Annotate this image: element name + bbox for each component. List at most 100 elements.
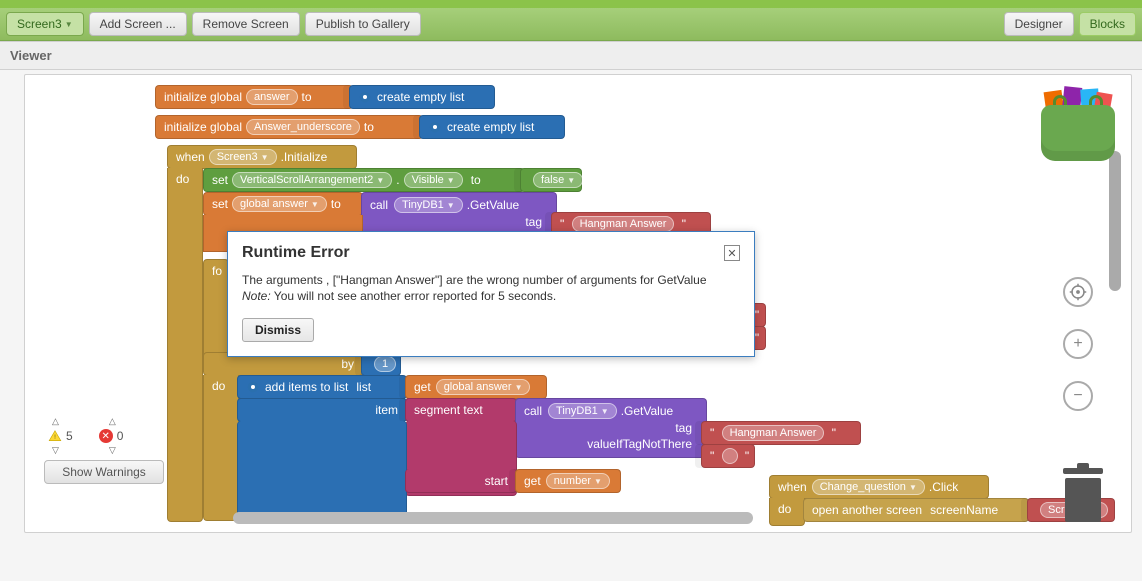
screen-pill[interactable]: Screen3▼ <box>209 149 277 165</box>
string-value[interactable] <box>722 448 738 464</box>
block-open-screen[interactable]: open another screen screenName <box>803 498 1029 522</box>
label-list: list <box>356 380 371 394</box>
component-pill[interactable]: Change_question▼ <box>812 479 925 495</box>
designer-tab[interactable]: Designer <box>1004 12 1074 36</box>
block-false[interactable]: false▼ <box>520 168 582 192</box>
horizontal-scrollbar[interactable] <box>233 512 753 524</box>
tinydb-pill[interactable]: TinyDB1▼ <box>394 197 463 213</box>
num[interactable]: 1 <box>374 356 396 372</box>
chevron-down-icon: ▼ <box>594 477 602 486</box>
chevron-down-icon: ▼ <box>601 407 609 416</box>
block-set-visible[interactable]: set VerticalScrollArrangement2▼ . Visibl… <box>203 168 525 192</box>
gear-icon[interactable] <box>246 380 260 394</box>
warnings-panel: △ △ ! 5 ✕ 0 ▽ ▽ Show Warnings <box>44 416 168 484</box>
label: open another screen <box>812 503 922 517</box>
zoom-out-button[interactable]: − <box>1063 381 1093 411</box>
dismiss-button[interactable]: Dismiss <box>242 318 314 342</box>
dot: . <box>396 173 399 187</box>
label-to: to <box>471 173 481 187</box>
gear-icon[interactable] <box>428 120 442 134</box>
label: add items to list <box>265 380 348 394</box>
chevron-up-icon[interactable]: △ <box>52 416 59 427</box>
var-pill[interactable]: global answer▼ <box>436 379 531 395</box>
block-start-row[interactable]: start <box>405 469 517 493</box>
designer-label: Designer <box>1015 17 1063 31</box>
block-create-empty-list-1[interactable]: create empty list <box>349 85 495 109</box>
label-to: to <box>364 120 374 134</box>
error-icon: ✕ <box>99 429 113 443</box>
backpack-icon[interactable] <box>1033 81 1123 171</box>
toolbar: Screen3▼ Add Screen ... Remove Screen Pu… <box>0 8 1142 41</box>
label-tag: tag <box>525 215 542 229</box>
label-init: .Initialize <box>281 150 328 164</box>
block-init-global-answer-underscore[interactable]: initialize global Answer_underscore to <box>155 115 423 139</box>
chevron-down-icon: ▼ <box>311 200 319 209</box>
string-value[interactable]: Hangman Answer <box>722 425 825 441</box>
chevron-down-icon[interactable]: ▽ <box>52 445 59 456</box>
component-pill[interactable]: VerticalScrollArrangement2▼ <box>232 172 392 188</box>
block-create-empty-list-2[interactable]: create empty list <box>419 115 565 139</box>
warning-badge: ! 5 <box>48 429 73 443</box>
publish-button[interactable]: Publish to Gallery <box>305 12 421 36</box>
block-item-row[interactable]: item <box>237 398 407 422</box>
zoom-in-button[interactable]: + <box>1063 329 1093 359</box>
string-value[interactable]: Hangman Answer <box>572 216 675 232</box>
label-get: get <box>524 474 541 488</box>
chevron-up-icon[interactable]: △ <box>109 416 116 427</box>
screen-selector[interactable]: Screen3▼ <box>6 12 84 36</box>
block-get-number[interactable]: get number▼ <box>515 469 621 493</box>
var-pill[interactable]: number▼ <box>546 473 610 489</box>
block-when-click[interactable]: when Change_question▼ .Click <box>769 475 989 499</box>
blocks-tab[interactable]: Blocks <box>1079 12 1136 36</box>
label: create empty list <box>447 120 534 134</box>
label-start: start <box>485 474 508 488</box>
var-name[interactable]: Answer_underscore <box>246 119 360 135</box>
block-get-global-answer[interactable]: get global answer▼ <box>405 375 547 399</box>
label-set: set <box>212 173 228 187</box>
remove-screen-button[interactable]: Remove Screen <box>192 12 300 36</box>
label-when: when <box>176 150 205 164</box>
viewer-title-label: Viewer <box>10 48 52 63</box>
canvas-controls: + − <box>1033 81 1123 411</box>
label-get: get <box>414 380 431 394</box>
var-pill[interactable]: global answer▼ <box>232 196 327 212</box>
chevron-down-icon: ▼ <box>376 176 384 185</box>
block-string-hangman-2[interactable]: " Hangman Answer " <box>701 421 861 445</box>
block-set-global-answer[interactable]: set global answer▼ to <box>203 192 363 216</box>
tinydb-pill[interactable]: TinyDB1▼ <box>548 403 617 419</box>
add-screen-button[interactable]: Add Screen ... <box>89 12 187 36</box>
gear-icon[interactable] <box>358 90 372 104</box>
label-do: do <box>778 502 791 516</box>
label-by: by <box>341 357 354 371</box>
block-when-initialize[interactable]: when Screen3▼ .Initialize <box>167 145 357 169</box>
block-inner-do: do <box>203 375 239 521</box>
chevron-down-icon[interactable]: ▽ <box>109 445 116 456</box>
label-vitnt: valueIfTagNotThere <box>587 437 692 451</box>
label-getvalue: .GetValue <box>621 404 673 418</box>
blocks-canvas[interactable]: initialize global answer to create empty… <box>24 74 1132 533</box>
block-add-items[interactable]: add items to list list <box>237 375 407 399</box>
block-string-empty[interactable]: " " <box>701 444 755 468</box>
show-warnings-button[interactable]: Show Warnings <box>44 460 164 484</box>
label-getvalue: .GetValue <box>467 198 519 212</box>
chevron-down-icon: ▼ <box>909 483 917 492</box>
label: initialize global <box>164 90 242 104</box>
label-do: do <box>212 379 225 393</box>
error-count: 0 <box>117 429 124 443</box>
block-call-getvalue-2[interactable]: call TinyDB1▼ .GetValue tag valueIfTagNo… <box>515 398 707 458</box>
chevron-down-icon: ▼ <box>447 176 455 185</box>
false-pill[interactable]: false▼ <box>533 172 583 188</box>
label-sn: screenName <box>930 503 998 517</box>
trash-icon[interactable] <box>1061 468 1105 522</box>
chevron-down-icon: ▼ <box>261 153 269 162</box>
prop-pill[interactable]: Visible▼ <box>404 172 463 188</box>
block-init-global-answer[interactable]: initialize global answer to <box>155 85 353 109</box>
close-icon[interactable]: ✕ <box>724 245 740 261</box>
label-to: to <box>302 90 312 104</box>
remove-screen-label: Remove Screen <box>203 17 289 31</box>
label-set: set <box>212 197 228 211</box>
label-tag: tag <box>675 421 692 435</box>
block-segment-text[interactable]: segment text <box>405 398 517 422</box>
var-name[interactable]: answer <box>246 89 297 105</box>
center-target-icon[interactable] <box>1063 277 1093 307</box>
